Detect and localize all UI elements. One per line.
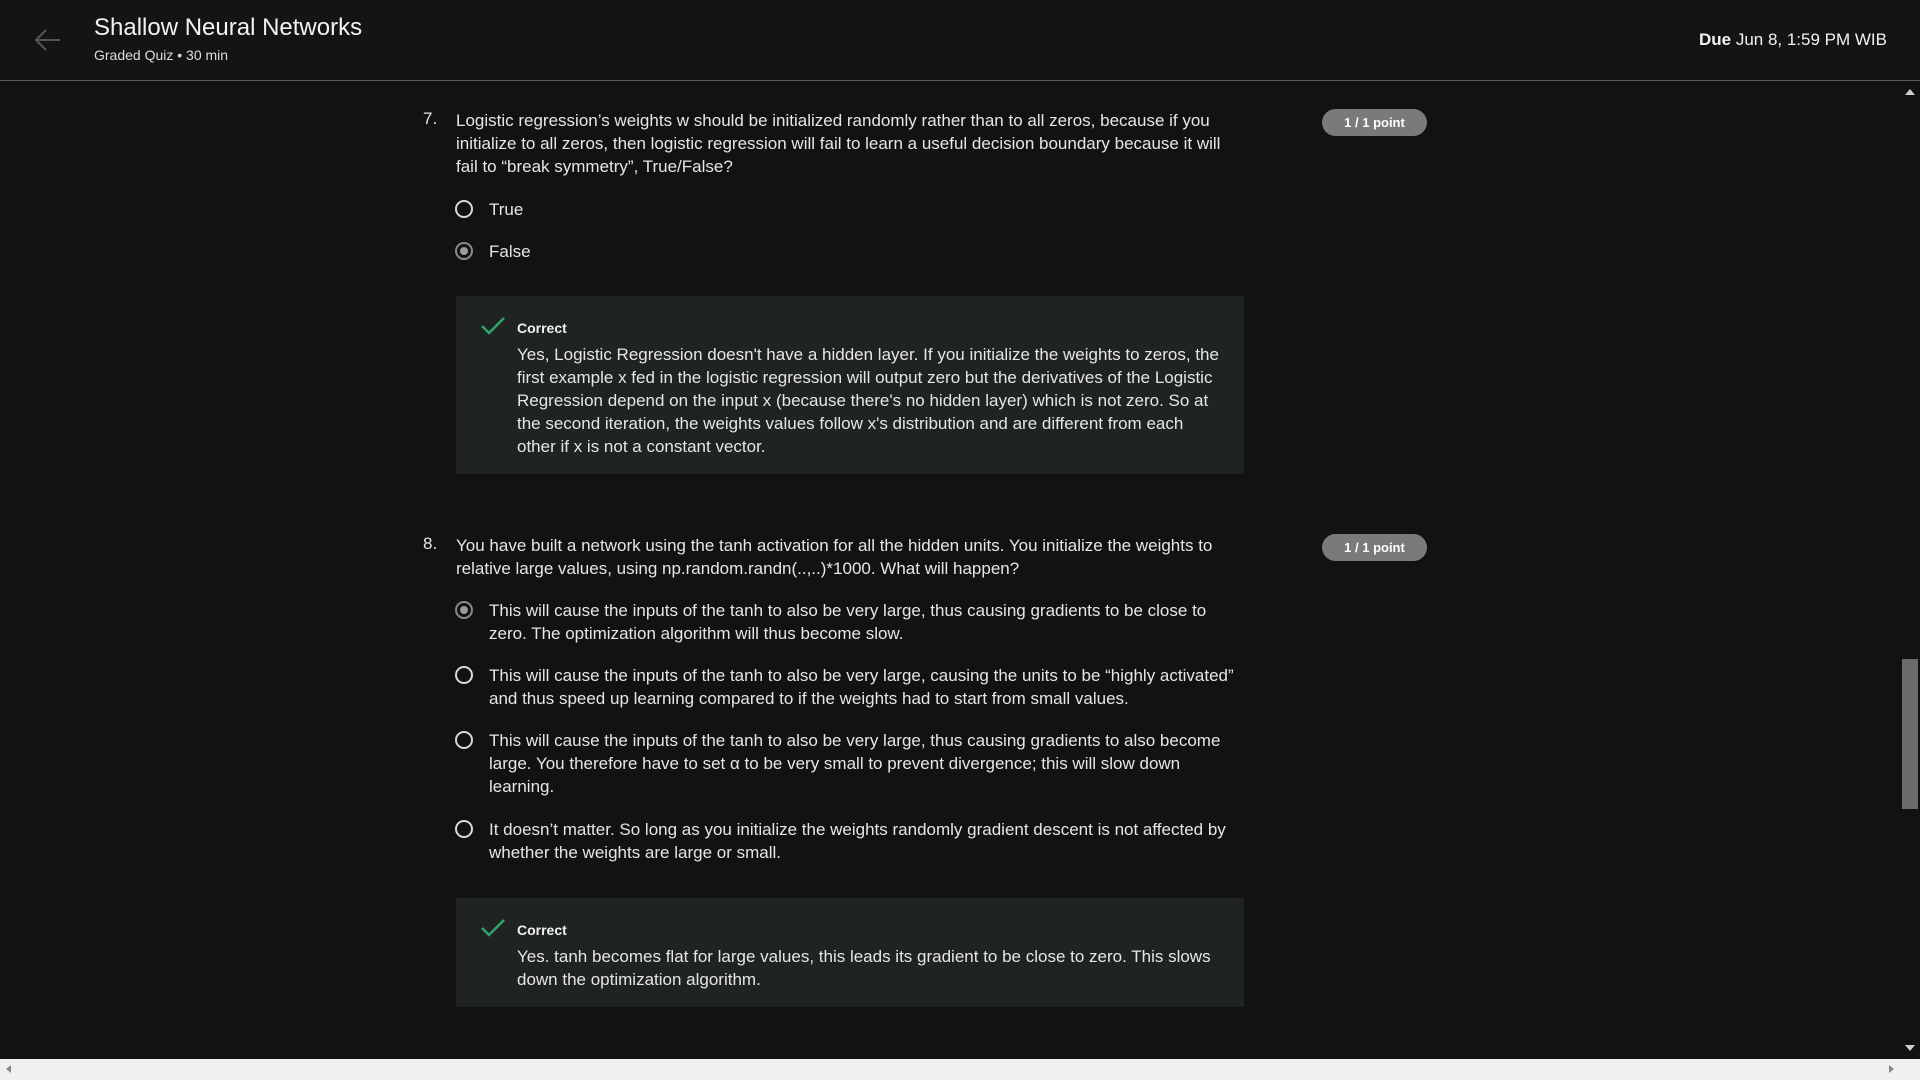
radio-button[interactable] — [455, 200, 473, 218]
vertical-scrollbar[interactable] — [1900, 81, 1920, 1059]
quiz-meta: Graded Quiz • 30 min — [94, 47, 229, 63]
points-badge: 1 / 1 point — [1322, 109, 1427, 136]
check-icon — [481, 919, 505, 937]
arrow-left-icon — [34, 29, 60, 51]
horizontal-scrollbar[interactable] — [0, 1059, 1920, 1080]
feedback-title: Correct — [517, 922, 567, 938]
feedback-text: Yes, Logistic Regression doesn't have a … — [517, 345, 1219, 456]
feedback-box: Correct Yes, Logistic Regression doesn't… — [456, 296, 1244, 474]
feedback-text: Yes. tanh becomes flat for large values,… — [517, 947, 1211, 989]
option-label: This will cause the inputs of the tanh t… — [489, 666, 1234, 708]
option-label: It doesn’t matter. So long as you initia… — [489, 820, 1226, 862]
radio-button-selected[interactable] — [455, 242, 473, 260]
scroll-left-arrow-icon[interactable] — [6, 1065, 11, 1073]
radio-button[interactable] — [455, 820, 473, 838]
page-title: Shallow Neural Networks — [94, 14, 363, 41]
question-text: You have built a network using the tanh … — [456, 536, 1213, 578]
radio-button[interactable] — [455, 666, 473, 684]
back-button[interactable] — [28, 20, 68, 60]
quiz-content: 7. Logistic regression’s weights w shoul… — [0, 81, 1900, 1059]
due-date: Due Jun 8, 1:59 PM WIB — [1699, 30, 1887, 50]
radio-button-selected[interactable] — [455, 601, 473, 619]
option-label: This will cause the inputs of the tanh t… — [489, 731, 1221, 796]
option-label: True — [489, 200, 524, 219]
quiz-header: Shallow Neural Networks Graded Quiz • 30… — [0, 0, 1920, 81]
feedback-box: Correct Yes. tanh becomes flat for large… — [456, 898, 1244, 1007]
due-label: Due — [1698, 30, 1732, 49]
option-label: False — [489, 242, 531, 261]
scroll-right-arrow-icon[interactable] — [1889, 1065, 1894, 1073]
question-text: Logistic regression’s weights w should b… — [456, 111, 1221, 176]
option-label: This will cause the inputs of the tanh t… — [489, 601, 1207, 643]
scroll-down-arrow-icon[interactable] — [1905, 1045, 1915, 1051]
feedback-title: Correct — [517, 320, 567, 336]
radio-button[interactable] — [455, 731, 473, 749]
question-number: 7. — [423, 109, 438, 128]
question-number: 8. — [423, 534, 438, 553]
scroll-up-arrow-icon[interactable] — [1905, 89, 1915, 95]
scrollbar-thumb[interactable] — [1902, 659, 1918, 809]
due-value: Jun 8, 1:59 PM WIB — [1735, 30, 1887, 49]
points-badge: 1 / 1 point — [1322, 534, 1427, 561]
check-icon — [481, 317, 505, 335]
